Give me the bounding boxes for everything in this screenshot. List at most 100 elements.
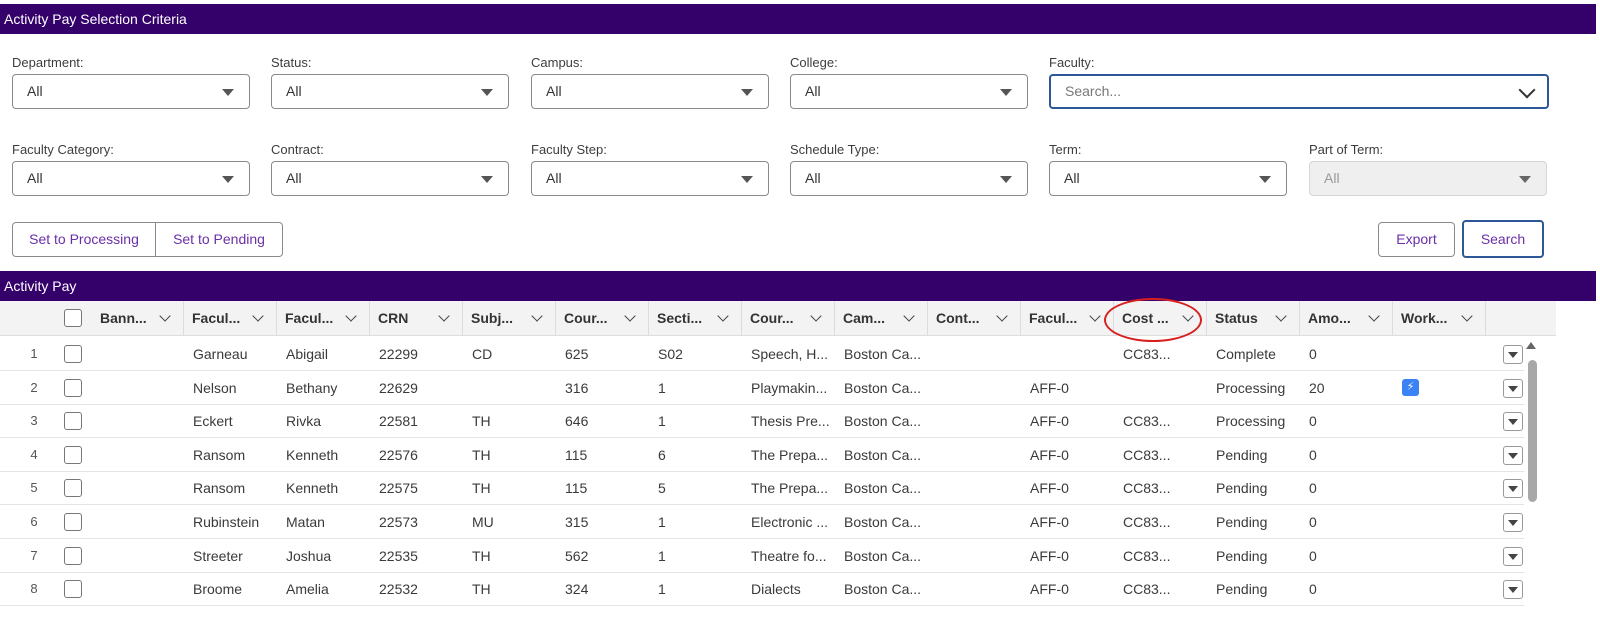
cell-crn: 22299 [379, 346, 418, 362]
status-select[interactable]: All [271, 74, 509, 109]
department-select[interactable]: All [12, 74, 250, 109]
column-header[interactable]: Status [1207, 301, 1300, 336]
row-checkbox[interactable] [64, 445, 82, 464]
caret-down-icon [1508, 486, 1518, 493]
column-header[interactable]: Secti... [649, 301, 742, 336]
column-header[interactable]: Cost ... [1114, 301, 1207, 336]
cell-title: The Prepa... [751, 446, 829, 463]
row-action-menu-button[interactable] [1503, 412, 1523, 432]
table-row[interactable]: 5 Ransom Kenneth 22575 TH 115 5 The Prepa... Bos… [0, 471, 1524, 506]
chevron-down-icon[interactable] [159, 310, 171, 322]
contract-select[interactable]: All [271, 161, 509, 196]
cell-title: Theatre fo... [751, 547, 827, 564]
column-header[interactable]: CRN [370, 301, 463, 336]
row-action-menu-button[interactable] [1503, 479, 1523, 499]
cell-campus: Boston Ca... [844, 379, 922, 396]
college-select[interactable]: All [790, 74, 1028, 109]
chevron-down-icon[interactable] [903, 310, 915, 322]
row-action-menu-button[interactable] [1503, 345, 1523, 364]
row-action-menu-button[interactable] [1503, 580, 1523, 600]
lightning-icon[interactable]: ⚡ [1402, 378, 1419, 396]
row-action-menu-button[interactable] [1503, 445, 1523, 465]
chevron-down-icon[interactable] [531, 310, 543, 322]
chevron-down-icon[interactable] [810, 310, 822, 322]
row-checkbox[interactable] [64, 345, 82, 363]
column-header[interactable]: Cam... [835, 301, 928, 336]
cell-faccat: AFF-0 [1030, 379, 1069, 396]
cell-status: Pending [1216, 480, 1268, 497]
cell-course: 115 [565, 480, 588, 497]
caret-down-icon [481, 176, 493, 183]
set-to-processing-button[interactable]: Set to Processing [12, 222, 156, 257]
column-header[interactable]: Subj... [463, 301, 556, 336]
column-header[interactable]: Facul... [184, 301, 277, 336]
table-row[interactable]: 4 Ransom Kenneth 22576 TH 115 6 The Prepa... Bos… [0, 438, 1524, 472]
column-header-label: Facul... [192, 310, 241, 326]
cell-status: Pending [1216, 547, 1268, 564]
cell-amount: 20 [1309, 379, 1325, 396]
row-checkbox[interactable] [64, 378, 82, 397]
chevron-down-icon[interactable] [1089, 310, 1101, 322]
cell-crn: 22575 [379, 480, 418, 497]
export-button[interactable]: Export [1378, 222, 1455, 257]
table-row[interactable]: 8 Broome Amelia 22532 TH 324 1 Dialects Boston C… [0, 572, 1524, 607]
faculty-category-select[interactable]: All [12, 161, 250, 196]
row-action-menu-button[interactable] [1503, 378, 1523, 398]
column-header-label: Cour... [564, 310, 608, 326]
table-row[interactable]: 1 Garneau Abigail 22299 CD 625 S02 Speech, H...… [0, 337, 1524, 371]
scroll-up-icon[interactable] [1526, 342, 1536, 349]
chevron-down-icon[interactable] [1461, 310, 1473, 322]
cell-campus: Boston Ca... [844, 346, 922, 362]
table-row[interactable]: 7 Streeter Joshua 22535 TH 562 1 Theatre fo... B… [0, 539, 1524, 573]
table-row[interactable]: 6 Rubinstein Matan 22573 MU 315 1 Electronic ..… [0, 505, 1524, 539]
cell-section: 1 [658, 581, 666, 598]
column-header[interactable]: Cour... [742, 301, 835, 336]
faculty-category-label: Faculty Category: [12, 142, 114, 157]
row-checkbox[interactable] [64, 412, 82, 431]
column-header[interactable]: Cont... [928, 301, 1021, 336]
row-action-menu-button[interactable] [1503, 513, 1523, 532]
schedule-type-select[interactable]: All [790, 161, 1028, 196]
chevron-down-icon[interactable] [345, 310, 357, 322]
column-header-label: Cont... [936, 310, 980, 326]
row-action-menu-button[interactable] [1503, 546, 1523, 566]
column-header[interactable]: Cour... [556, 301, 649, 336]
column-header[interactable]: Facul... [277, 301, 370, 336]
cell-last: Ransom [193, 480, 246, 497]
campus-select[interactable]: All [531, 74, 769, 109]
cell-last: Eckert [193, 413, 233, 430]
column-header-label: Cost ... [1122, 310, 1169, 326]
cell-subj: TH [472, 446, 491, 463]
cell-amount: 0 [1309, 446, 1317, 463]
column-header[interactable]: Facul... [1021, 301, 1114, 336]
row-checkbox[interactable] [64, 479, 82, 498]
table-row[interactable]: 3 Eckert Rivka 22581 TH 646 1 Thesis Pre... Bost… [0, 404, 1524, 439]
column-header-label: Cour... [750, 310, 794, 326]
row-checkbox[interactable] [64, 580, 82, 599]
column-header[interactable]: Amo... [1300, 301, 1393, 336]
caret-down-icon [1508, 587, 1518, 594]
set-to-pending-button[interactable]: Set to Pending [156, 222, 283, 257]
chevron-down-icon[interactable] [1182, 310, 1194, 322]
term-select[interactable]: All [1049, 161, 1287, 196]
chevron-down-icon[interactable] [438, 310, 450, 322]
chevron-down-icon[interactable] [717, 310, 729, 322]
cell-status: Complete [1216, 346, 1276, 362]
chevron-down-icon[interactable] [624, 310, 636, 322]
cell-first: Kenneth [286, 480, 339, 497]
faculty-step-select[interactable]: All [531, 161, 769, 196]
select-all-checkbox[interactable] [64, 309, 82, 327]
chevron-down-icon[interactable] [252, 310, 264, 322]
chevron-down-icon[interactable] [1275, 310, 1287, 322]
chevron-down-icon[interactable] [1368, 310, 1380, 322]
column-header[interactable]: Bann... [92, 301, 184, 336]
faculty-search-input[interactable]: Search... [1049, 74, 1549, 109]
scrollbar-thumb[interactable] [1528, 360, 1537, 502]
table-row[interactable]: 2 Nelson Bethany 22629 316 1 Playmakin... Bosto… [0, 371, 1524, 405]
row-checkbox[interactable] [64, 513, 82, 531]
search-button[interactable]: Search [1462, 220, 1544, 258]
row-checkbox[interactable] [64, 546, 82, 565]
chevron-down-icon[interactable] [996, 310, 1008, 322]
cell-last: Rubinstein [193, 514, 260, 530]
column-header[interactable]: Work... [1393, 301, 1486, 336]
